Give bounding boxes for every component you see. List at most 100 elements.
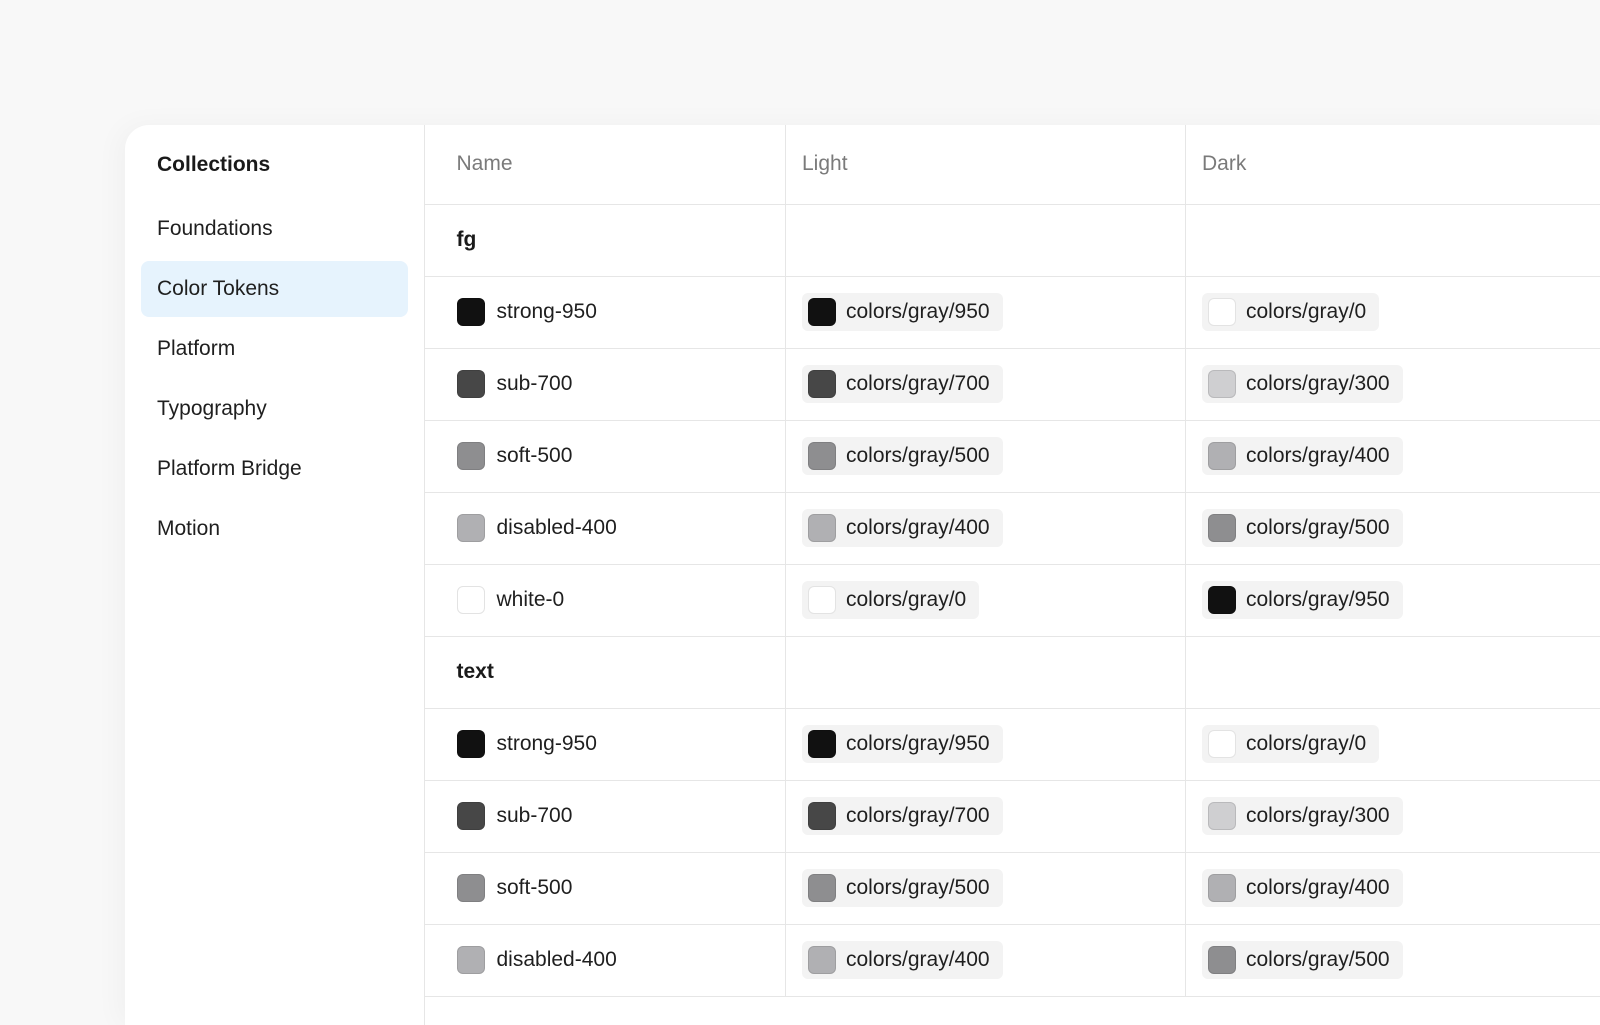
group-light-cell	[786, 204, 1186, 276]
group-dark-cell	[1186, 636, 1600, 708]
light-alias-chip[interactable]: colors/gray/500	[802, 437, 1003, 475]
light-alias-label: colors/gray/400	[846, 516, 990, 540]
light-value-cell: colors/gray/700	[786, 348, 1186, 420]
token-name-cell: sub-700	[425, 348, 786, 420]
token-name: soft-500	[497, 876, 573, 900]
light-alias-label: colors/gray/500	[846, 444, 990, 468]
dark-alias-chip[interactable]: colors/gray/400	[1202, 437, 1403, 475]
token-name: disabled-400	[497, 948, 617, 972]
dark-color-swatch	[1208, 442, 1236, 470]
token-color-swatch	[457, 586, 485, 614]
light-alias-chip[interactable]: colors/gray/400	[802, 941, 1003, 979]
dark-alias-chip[interactable]: colors/gray/300	[1202, 797, 1403, 835]
dark-alias-chip[interactable]: colors/gray/300	[1202, 365, 1403, 403]
column-header-light: Light	[786, 125, 1186, 204]
sidebar-item-platform-bridge[interactable]: Platform Bridge	[141, 441, 408, 497]
token-name-wrapper: sub-700	[457, 802, 786, 830]
dark-alias-label: colors/gray/500	[1246, 516, 1390, 540]
light-value-cell: colors/gray/400	[786, 924, 1186, 996]
table-header-row: Name Light Dark	[425, 125, 1600, 204]
light-alias-chip[interactable]: colors/gray/700	[802, 365, 1003, 403]
light-alias-chip[interactable]: colors/gray/500	[802, 869, 1003, 907]
token-name-cell: soft-500	[425, 420, 786, 492]
sidebar-item-foundations[interactable]: Foundations	[141, 201, 408, 257]
token-name-cell: strong-950	[425, 708, 786, 780]
token-name-cell: white-0	[425, 564, 786, 636]
light-alias-chip[interactable]: colors/gray/700	[802, 797, 1003, 835]
token-name-cell: strong-950	[425, 276, 786, 348]
light-color-swatch	[808, 514, 836, 542]
light-color-swatch	[808, 730, 836, 758]
light-alias-label: colors/gray/950	[846, 300, 990, 324]
dark-alias-chip[interactable]: colors/gray/950	[1202, 581, 1403, 619]
token-name: disabled-400	[497, 516, 617, 540]
dark-alias-chip[interactable]: colors/gray/0	[1202, 725, 1379, 763]
token-name-wrapper: strong-950	[457, 298, 786, 326]
token-color-swatch	[457, 370, 485, 398]
column-header-dark: Dark	[1186, 125, 1600, 204]
light-value-cell: colors/gray/950	[786, 708, 1186, 780]
dark-alias-label: colors/gray/300	[1246, 372, 1390, 396]
light-alias-chip[interactable]: colors/gray/400	[802, 509, 1003, 547]
dark-alias-chip[interactable]: colors/gray/500	[1202, 509, 1403, 547]
table-row[interactable]: disabled-400 colors/gray/400 colors/gray/5…	[425, 924, 1600, 996]
dark-color-swatch	[1208, 586, 1236, 614]
dark-color-swatch	[1208, 874, 1236, 902]
sidebar: Collections Foundations Color Tokens Pla…	[125, 125, 425, 1025]
token-color-swatch	[457, 802, 485, 830]
light-value-cell: colors/gray/400	[786, 492, 1186, 564]
token-color-swatch	[457, 298, 485, 326]
token-name-wrapper: soft-500	[457, 442, 786, 470]
dark-value-cell: colors/gray/300	[1186, 780, 1600, 852]
sidebar-item-typography[interactable]: Typography	[141, 381, 408, 437]
token-name: strong-950	[497, 732, 597, 756]
light-color-swatch	[808, 586, 836, 614]
table-row[interactable]: strong-950 colors/gray/950 colors/gray/0	[425, 276, 1600, 348]
sidebar-item-motion[interactable]: Motion	[141, 501, 408, 557]
dark-alias-chip[interactable]: colors/gray/0	[1202, 293, 1379, 331]
light-alias-chip[interactable]: colors/gray/950	[802, 293, 1003, 331]
token-name-wrapper: disabled-400	[457, 514, 786, 542]
dark-color-swatch	[1208, 514, 1236, 542]
sidebar-list: Foundations Color Tokens Platform Typogr…	[141, 201, 408, 557]
table-row[interactable]: strong-950 colors/gray/950 colors/gray/0	[425, 708, 1600, 780]
table-body: fgstrong-950colors/gray/950colors/gray/0…	[425, 204, 1600, 996]
token-name-cell: disabled-400	[425, 492, 786, 564]
token-name-cell: disabled-400	[425, 924, 786, 996]
token-name-wrapper: sub-700	[457, 370, 786, 398]
light-alias-label: colors/gray/700	[846, 804, 990, 828]
dark-alias-label: colors/gray/0	[1246, 732, 1366, 756]
sidebar-item-color-tokens[interactable]: Color Tokens	[141, 261, 408, 317]
dark-value-cell: colors/gray/300	[1186, 348, 1600, 420]
table-row[interactable]: sub-700 colors/gray/700 colors/gray/300	[425, 780, 1600, 852]
table-row[interactable]: disabled-400 colors/gray/400 colors/gray/5…	[425, 492, 1600, 564]
light-alias-chip[interactable]: colors/gray/950	[802, 725, 1003, 763]
table-row[interactable]: soft-500 colors/gray/500 colors/gray/400	[425, 420, 1600, 492]
token-name: sub-700	[497, 372, 573, 396]
dark-alias-label: colors/gray/400	[1246, 876, 1390, 900]
sidebar-title: Collections	[141, 141, 408, 189]
light-value-cell: colors/gray/0	[786, 564, 1186, 636]
dark-value-cell: colors/gray/950	[1186, 564, 1600, 636]
token-table: Name Light Dark fgstrong-950colors/gray/…	[425, 125, 1600, 997]
group-label: text	[425, 636, 786, 708]
collections-panel: Collections Foundations Color Tokens Pla…	[125, 125, 1600, 1025]
light-value-cell: colors/gray/500	[786, 420, 1186, 492]
table-row[interactable]: soft-500 colors/gray/500 colors/gray/400	[425, 852, 1600, 924]
dark-color-swatch	[1208, 946, 1236, 974]
light-alias-chip[interactable]: colors/gray/0	[802, 581, 979, 619]
dark-alias-chip[interactable]: colors/gray/400	[1202, 869, 1403, 907]
dark-alias-label: colors/gray/500	[1246, 948, 1390, 972]
token-color-swatch	[457, 442, 485, 470]
dark-color-swatch	[1208, 298, 1236, 326]
sidebar-item-platform[interactable]: Platform	[141, 321, 408, 377]
token-color-swatch	[457, 946, 485, 974]
dark-value-cell: colors/gray/500	[1186, 924, 1600, 996]
group-dark-cell	[1186, 204, 1600, 276]
dark-alias-chip[interactable]: colors/gray/500	[1202, 941, 1403, 979]
token-name: soft-500	[497, 444, 573, 468]
table-row[interactable]: sub-700 colors/gray/700 colors/gray/300	[425, 348, 1600, 420]
dark-color-swatch	[1208, 370, 1236, 398]
token-name: sub-700	[497, 804, 573, 828]
table-row[interactable]: white-0 colors/gray/0 colors/gray/950	[425, 564, 1600, 636]
